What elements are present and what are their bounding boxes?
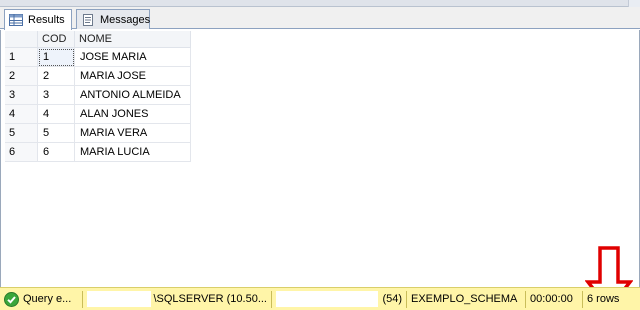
user-info: (54) <box>276 291 402 308</box>
cod-cell[interactable]: 6 <box>38 143 75 162</box>
results-tab-strip: Results Messages <box>0 7 640 30</box>
tab-results[interactable]: Results <box>4 9 72 30</box>
results-grid[interactable]: COD NOME 1 1 JOSE MARIA 2 2 MARIA JOSE 3… <box>5 31 191 162</box>
query-status-text: Query e... <box>23 293 72 305</box>
editor-bottom-edge <box>0 0 640 7</box>
results-grid-panel: COD NOME 1 1 JOSE MARIA 2 2 MARIA JOSE 3… <box>0 30 640 310</box>
grid-icon <box>9 14 23 26</box>
tab-messages[interactable]: Messages <box>76 9 150 29</box>
database-name: EXEMPLO_SCHEMA <box>411 293 518 305</box>
row-number-cell[interactable]: 2 <box>5 67 38 86</box>
redacted-block <box>87 291 152 307</box>
nome-cell[interactable]: ALAN JONES <box>75 105 191 124</box>
nome-cell[interactable]: JOSE MARIA <box>75 48 191 67</box>
spid-text: (54) <box>382 293 402 305</box>
table-row[interactable]: 3 3 ANTONIO ALMEIDA <box>5 86 191 105</box>
cod-cell[interactable]: 2 <box>38 67 75 86</box>
table-row[interactable]: 1 1 JOSE MARIA <box>5 48 191 67</box>
column-header-cod[interactable]: COD <box>38 31 75 48</box>
row-number-cell[interactable]: 1 <box>5 48 38 67</box>
row-number-cell[interactable]: 4 <box>5 105 38 124</box>
scrollbar-stub[interactable] <box>628 0 640 7</box>
document-icon <box>81 13 95 26</box>
nome-cell[interactable]: MARIA JOSE <box>75 67 191 86</box>
status-separator <box>525 290 526 308</box>
elapsed-time: 00:00:00 <box>530 293 573 305</box>
tab-results-label: Results <box>28 14 65 26</box>
query-status: Query e... <box>0 291 78 308</box>
nome-cell[interactable]: MARIA VERA <box>75 124 191 143</box>
tab-messages-label: Messages <box>100 13 151 26</box>
status-separator <box>82 290 83 308</box>
row-count: 6 rows <box>587 293 620 305</box>
row-number-cell[interactable]: 6 <box>5 143 38 162</box>
cod-cell[interactable]: 4 <box>38 105 75 124</box>
cod-cell[interactable]: 3 <box>38 86 75 105</box>
status-separator <box>406 290 407 308</box>
grid-header-row: COD NOME <box>5 31 191 48</box>
table-row[interactable]: 4 4 ALAN JONES <box>5 105 191 124</box>
row-number-cell[interactable]: 5 <box>5 124 38 143</box>
nome-cell[interactable]: MARIA LUCIA <box>75 143 191 162</box>
query-status-bar: Query e... \SQLSERVER (10.50... (54) EXE… <box>0 287 640 310</box>
grid-corner-cell[interactable] <box>5 31 38 48</box>
redacted-block <box>276 291 379 307</box>
server-info: \SQLSERVER (10.50... <box>87 291 267 308</box>
cod-cell[interactable]: 5 <box>38 124 75 143</box>
status-separator <box>271 290 272 308</box>
status-separator <box>582 290 583 308</box>
check-circle-icon <box>4 291 19 307</box>
table-row[interactable]: 6 6 MARIA LUCIA <box>5 143 191 162</box>
table-row[interactable]: 5 5 MARIA VERA <box>5 124 191 143</box>
cod-cell[interactable]: 1 <box>38 48 75 67</box>
row-number-cell[interactable]: 3 <box>5 86 38 105</box>
column-header-nome[interactable]: NOME <box>75 31 191 48</box>
nome-cell[interactable]: ANTONIO ALMEIDA <box>75 86 191 105</box>
server-text: \SQLSERVER (10.50... <box>153 293 267 305</box>
table-row[interactable]: 2 2 MARIA JOSE <box>5 67 191 86</box>
